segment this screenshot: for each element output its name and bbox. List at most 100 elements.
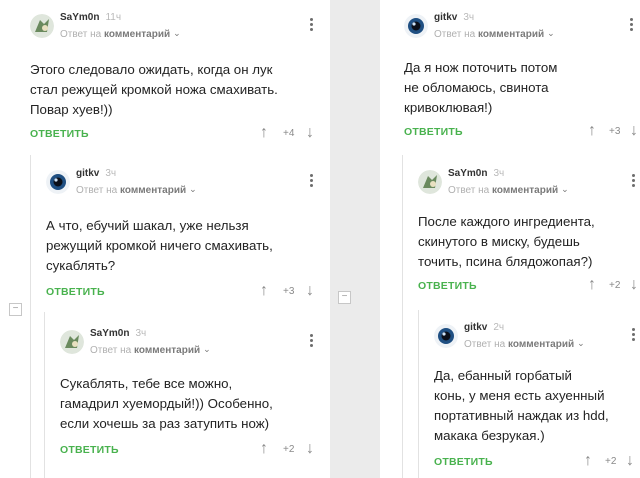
chevron-down-icon[interactable]: ⌄ — [173, 28, 181, 39]
reply-to-label: Ответ на комментарий ⌄ — [448, 184, 569, 196]
comment-line: портативный наждак из hdd, — [434, 408, 609, 423]
chevron-down-icon[interactable]: ⌄ — [561, 184, 569, 195]
arrow-down-icon[interactable]: ↓ — [630, 277, 638, 293]
arrow-down-icon[interactable]: ↓ — [306, 441, 314, 457]
avatar[interactable] — [434, 324, 458, 348]
comment-footer: ОТВЕТИТЬ ↑ +3 ↓ — [46, 283, 326, 302]
kebab-menu-icon[interactable] — [632, 174, 636, 189]
comment-text: А что, ебучий шакал, уже нельзя режущий … — [46, 216, 273, 276]
chevron-down-icon[interactable]: ⌄ — [577, 338, 585, 349]
comments-column-right: gitkv 3ч Ответ на комментарий ⌄ Да я нож п… — [380, 0, 640, 478]
thread-line — [30, 155, 31, 478]
comment-time: 3ч — [493, 168, 505, 179]
comment-header: SaYm0n 3ч Ответ на комментарий ⌄ — [60, 328, 325, 364]
reply-button[interactable]: ОТВЕТИТЬ — [60, 444, 119, 456]
comment-time: 2ч — [493, 322, 505, 333]
chevron-down-icon[interactable]: ⌄ — [203, 344, 211, 355]
reply-to-label: Ответ на комментарий ⌄ — [90, 344, 211, 356]
comment-line: Да я нож поточить потом — [404, 60, 558, 75]
author-name[interactable]: SaYm0n 11ч — [60, 12, 121, 23]
arrow-up-icon[interactable]: ↑ — [588, 123, 596, 139]
comment-line: Повар хуев!)) — [30, 102, 113, 117]
comment-line: сукаблять? — [46, 258, 116, 273]
author-name[interactable]: SaYm0n 3ч — [448, 168, 504, 179]
comments-column-left: SaYm0n 11ч Ответ на комментарий ⌄ Этого сл… — [0, 0, 330, 478]
reply-button[interactable]: ОТВЕТИТЬ — [46, 286, 105, 298]
collapse-minus-icon[interactable]: − — [338, 291, 351, 304]
comment-line: кривоклювая!) — [404, 100, 493, 115]
rating-score: +4 — [283, 128, 295, 139]
comment-line: Этого следовало ожидать, когда он лук — [30, 62, 273, 77]
avatar[interactable] — [418, 170, 442, 194]
comment-saym0n-1: SaYm0n 11ч Ответ на комментарий ⌄ Этого сл… — [30, 12, 325, 144]
comment-line: макака безрукая.) — [434, 428, 545, 443]
reply-button[interactable]: ОТВЕТИТЬ — [418, 280, 477, 292]
comment-footer: ОТВЕТИТЬ ↑ +2 ↓ — [434, 453, 640, 472]
comment-header: gitkv 2ч Ответ на комментарий ⌄ — [434, 322, 640, 358]
comment-line: скинутого в миску, будешь — [418, 234, 580, 249]
kebab-menu-icon[interactable] — [630, 18, 634, 33]
avatar[interactable] — [30, 14, 54, 38]
author-name[interactable]: gitkv 2ч — [464, 322, 504, 333]
thread-line — [418, 310, 419, 478]
rating-score: +2 — [605, 456, 617, 467]
arrow-down-icon[interactable]: ↓ — [630, 123, 638, 139]
arrow-down-icon[interactable]: ↓ — [626, 453, 634, 469]
author-name[interactable]: gitkv 3ч — [76, 168, 116, 179]
comment-footer: ОТВЕТИТЬ ↑ +2 ↓ — [60, 441, 325, 460]
comment-line: если хочешь за раз затупить нож) — [60, 416, 270, 431]
arrow-up-icon[interactable]: ↑ — [260, 441, 268, 457]
kebab-menu-icon[interactable] — [310, 18, 314, 33]
comment-gitkv-3: gitkv 2ч Ответ на комментарий ⌄ Да, ебанны… — [434, 322, 640, 474]
reply-button[interactable]: ОТВЕТИТЬ — [434, 456, 493, 468]
comment-time: 3ч — [135, 328, 147, 339]
reply-to-link[interactable]: комментарий — [508, 339, 574, 350]
comment-gitkv-2: gitkv 3ч Ответ на комментарий ⌄ Да я нож п… — [404, 12, 638, 144]
comment-text: Да, ебанный горбатый конь, у меня есть а… — [434, 366, 609, 446]
kebab-menu-icon[interactable] — [632, 328, 636, 343]
comment-line: А что, ебучий шакал, уже нельзя — [46, 218, 249, 233]
comment-line: конь, у меня есть ахуенный — [434, 388, 605, 403]
comment-line: Да, ебанный горбатый — [434, 368, 572, 383]
arrow-down-icon[interactable]: ↓ — [306, 283, 314, 299]
avatar[interactable] — [46, 170, 70, 194]
reply-button[interactable]: ОТВЕТИТЬ — [404, 126, 463, 138]
comment-time: 3ч — [463, 12, 475, 23]
arrow-up-icon[interactable]: ↑ — [588, 277, 596, 293]
reply-to-label: Ответ на комментарий ⌄ — [60, 28, 181, 40]
reply-to-link[interactable]: комментарий — [492, 185, 558, 196]
reply-to-label: Ответ на комментарий ⌄ — [434, 28, 555, 40]
avatar[interactable] — [404, 14, 428, 38]
reply-button[interactable]: ОТВЕТИТЬ — [30, 128, 89, 140]
comment-line: не обломаюсь, свинота — [404, 80, 549, 95]
comment-time: 11ч — [105, 12, 122, 23]
reply-to-link[interactable]: комментарий — [478, 29, 544, 40]
arrow-down-icon[interactable]: ↓ — [306, 125, 314, 141]
arrow-up-icon[interactable]: ↑ — [260, 125, 268, 141]
chevron-down-icon[interactable]: ⌄ — [189, 184, 197, 195]
comment-text: Этого следовало ожидать, когда он лук ст… — [30, 60, 278, 120]
comment-line: гамадрил хуемордый!)) Особенно, — [60, 396, 273, 411]
reply-to-link[interactable]: комментарий — [120, 185, 186, 196]
author-name[interactable]: SaYm0n 3ч — [90, 328, 146, 339]
comment-gitkv-1: gitkv 3ч Ответ на комментарий ⌄ А что, ебу… — [46, 168, 326, 305]
kebab-menu-icon[interactable] — [310, 174, 314, 189]
comment-footer: ОТВЕТИТЬ ↑ +2 ↓ — [418, 277, 640, 296]
comment-header: SaYm0n 11ч Ответ на комментарий ⌄ — [30, 12, 325, 48]
author-name[interactable]: gitkv 3ч — [434, 12, 474, 23]
chevron-down-icon[interactable]: ⌄ — [547, 28, 555, 39]
comment-line: стал режущей кромкой ножа смахивать. — [30, 82, 278, 97]
avatar[interactable] — [60, 330, 84, 354]
comment-text: После каждого ингредиента, скинутого в м… — [418, 212, 595, 272]
collapse-minus-icon[interactable]: − — [9, 303, 22, 316]
comment-footer: ОТВЕТИТЬ ↑ +4 ↓ — [30, 125, 325, 144]
reply-to-link[interactable]: комментарий — [134, 345, 200, 356]
kebab-menu-icon[interactable] — [310, 334, 314, 349]
arrow-up-icon[interactable]: ↑ — [584, 453, 592, 469]
arrow-up-icon[interactable]: ↑ — [260, 283, 268, 299]
comment-line: Сукаблять, тебе все можно, — [60, 376, 233, 391]
thread-line — [44, 312, 45, 478]
comment-header: gitkv 3ч Ответ на комментарий ⌄ — [404, 12, 636, 48]
reply-to-label: Ответ на комментарий ⌄ — [76, 184, 197, 196]
reply-to-link[interactable]: комментарий — [104, 29, 170, 40]
